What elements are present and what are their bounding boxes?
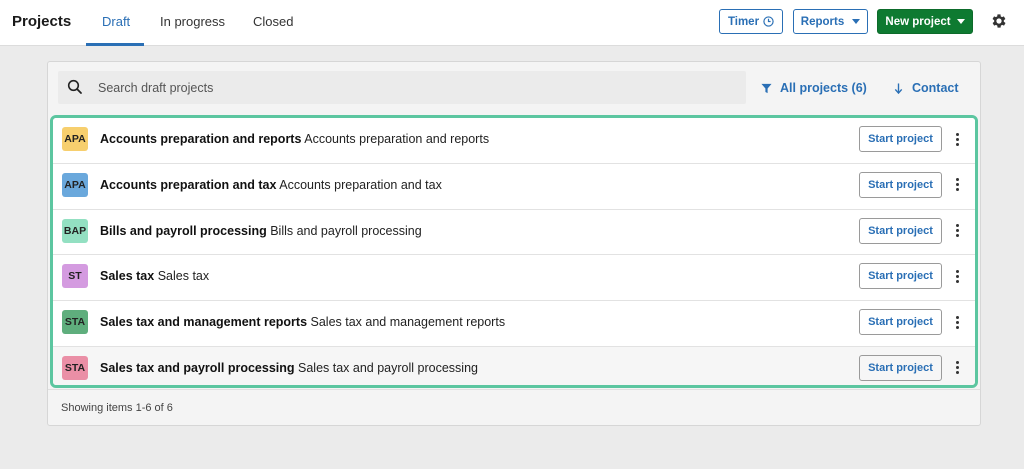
more-options-icon[interactable] <box>952 176 962 194</box>
tab-draft[interactable]: Draft <box>102 14 130 29</box>
project-badge: STA <box>62 310 88 335</box>
more-options-icon[interactable] <box>952 267 962 285</box>
project-badge: BAP <box>62 218 88 243</box>
table-row[interactable]: BAP Bills and payroll processing Bills a… <box>53 209 975 256</box>
arrow-down-icon <box>894 82 903 94</box>
project-title[interactable]: Sales tax and payroll processing Sales t… <box>100 361 478 375</box>
filter-label: All projects (6) <box>780 81 867 95</box>
page-title: Projects <box>12 13 72 30</box>
project-title[interactable]: Accounts preparation and reports Account… <box>100 132 489 146</box>
project-name: Sales tax and payroll processing <box>100 360 295 375</box>
project-name: Sales tax and management reports <box>100 315 308 330</box>
chevron-down-icon <box>956 19 965 24</box>
start-project-button[interactable]: Start project <box>859 309 942 336</box>
project-badge: APA <box>62 172 88 197</box>
project-name: Accounts preparation and tax <box>100 177 277 192</box>
table-row[interactable]: APA Accounts preparation and reports Acc… <box>53 118 975 164</box>
project-name: Accounts preparation and reports <box>100 132 302 146</box>
filter-icon <box>761 83 772 93</box>
table-row[interactable]: ST Sales tax Sales tax Start project <box>53 255 975 302</box>
more-options-icon[interactable] <box>952 222 962 240</box>
project-description: Accounts preparation and reports <box>304 132 490 146</box>
project-description: Accounts preparation and tax <box>279 177 442 192</box>
search-input[interactable] <box>98 71 738 104</box>
search-icon <box>67 79 82 94</box>
start-project-button[interactable]: Start project <box>859 354 942 381</box>
project-title[interactable]: Sales tax Sales tax <box>100 269 209 283</box>
reports-label: Reports <box>800 15 845 28</box>
timer-button[interactable]: Timer <box>719 9 783 34</box>
project-description: Sales tax <box>157 269 210 284</box>
more-options-icon[interactable] <box>952 313 962 331</box>
active-tab-indicator <box>86 43 144 46</box>
projects-panel: All projects (6) Contact APA Accounts pr… <box>47 61 981 426</box>
clock-icon <box>763 16 774 27</box>
divider <box>48 389 980 390</box>
reports-button[interactable]: Reports <box>793 9 868 34</box>
all-projects-filter[interactable]: All projects (6) <box>761 81 867 95</box>
tab-closed[interactable]: Closed <box>253 14 293 29</box>
table-row[interactable]: STA Sales tax and management reports Sal… <box>53 301 975 347</box>
project-title[interactable]: Accounts preparation and tax Accounts pr… <box>100 178 442 192</box>
sort-label: Contact <box>912 81 959 95</box>
sort-by-contact[interactable]: Contact <box>894 81 959 95</box>
table-row[interactable]: STA Sales tax and payroll processing Sal… <box>53 346 975 385</box>
project-title[interactable]: Bills and payroll processing Bills and p… <box>100 224 422 238</box>
new-project-label: New project <box>885 15 951 28</box>
more-options-icon[interactable] <box>952 359 962 377</box>
search-box <box>58 71 746 104</box>
project-badge: STA <box>62 355 88 380</box>
project-name: Sales tax <box>100 269 155 284</box>
start-project-button[interactable]: Start project <box>859 263 942 290</box>
project-title[interactable]: Sales tax and management reports Sales t… <box>100 315 505 329</box>
project-description: Sales tax and management reports <box>310 315 506 330</box>
project-list: APA Accounts preparation and reports Acc… <box>50 115 978 388</box>
project-badge: APA <box>62 127 88 151</box>
top-bar: Projects Draft In progress Closed Timer … <box>0 0 1024 46</box>
more-options-icon[interactable] <box>952 130 962 148</box>
new-project-button[interactable]: New project <box>877 9 973 34</box>
start-project-button[interactable]: Start project <box>859 217 942 244</box>
start-project-button[interactable]: Start project <box>859 126 942 152</box>
tab-in-progress[interactable]: In progress <box>160 14 225 29</box>
timer-label: Timer <box>727 15 760 28</box>
start-project-button[interactable]: Start project <box>859 171 942 198</box>
pagination-summary: Showing items 1-6 of 6 <box>61 402 173 414</box>
table-row[interactable]: APA Accounts preparation and tax Account… <box>53 163 975 210</box>
chevron-down-icon <box>852 19 861 24</box>
project-description: Sales tax and payroll processing <box>298 360 478 375</box>
project-name: Bills and payroll processing <box>100 223 267 238</box>
gear-icon[interactable] <box>990 12 1008 30</box>
project-description: Bills and payroll processing <box>270 223 422 238</box>
project-badge: ST <box>62 264 88 289</box>
